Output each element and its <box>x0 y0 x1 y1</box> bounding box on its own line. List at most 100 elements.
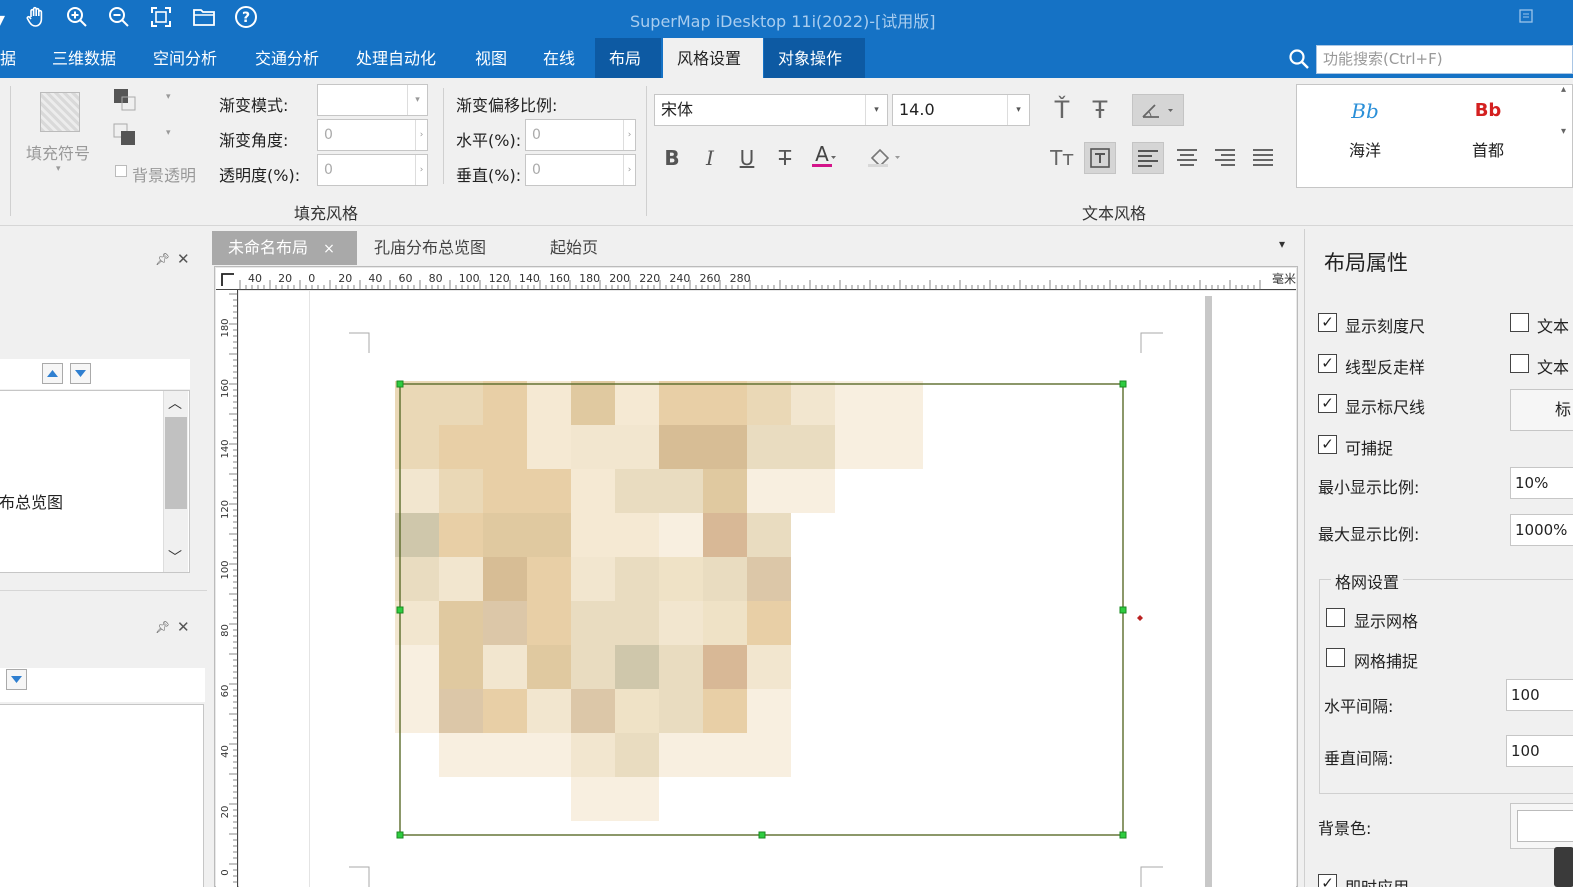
font-size-select[interactable]: 14.0 ▾ <box>892 94 1030 126</box>
show-ruler-checkbox[interactable]: ✓ <box>1318 313 1337 332</box>
menu-item-online[interactable]: 在线 <box>529 38 589 78</box>
dropdown-arrow-icon[interactable]: ▾ <box>0 5 14 33</box>
menu-item-object-ops[interactable]: 对象操作 <box>764 38 865 78</box>
show-ruler-label: 显示刻度尺 <box>1345 317 1426 336</box>
help-icon[interactable]: ? <box>232 5 260 33</box>
search-icon[interactable] <box>1288 48 1310 70</box>
tab-temple-overview[interactable]: 孔庙分布总览图 <box>358 231 502 265</box>
scrollbar-thumb[interactable] <box>165 417 187 509</box>
bg-color-picker[interactable] <box>1510 803 1573 849</box>
pin-icon-2[interactable]: 📌︎ <box>155 620 170 634</box>
menu-item-spatial-analysis[interactable]: 空间分析 <box>139 38 231 78</box>
zoom-in-icon[interactable] <box>63 5 91 33</box>
horizontal-offset-label: 水平(%): <box>456 131 522 150</box>
bg-transparent-checkbox[interactable] <box>115 165 127 177</box>
show-guides-checkbox[interactable]: ✓ <box>1318 394 1337 413</box>
bold-button[interactable]: B <box>656 142 688 174</box>
svg-text:?: ? <box>242 10 250 26</box>
ruler-v-tick-label: 40 <box>220 745 231 758</box>
list-scrollbar[interactable]: ︿ ﹀ <box>163 391 188 572</box>
tabs-dropdown-icon[interactable]: ▾ <box>1279 237 1285 251</box>
menu-item-3d-data[interactable]: 三维数据 <box>38 38 130 78</box>
ruler-corner <box>218 270 236 288</box>
close-panel-icon-2[interactable]: ✕ <box>177 618 190 636</box>
ruler-unit: 毫米 <box>1272 270 1297 287</box>
align-left-button[interactable] <box>1132 142 1164 174</box>
ruler-h-tick-label: 180 <box>579 272 600 285</box>
menu-item-view[interactable]: 视图 <box>461 38 521 78</box>
style-item-capital[interactable]: Bb 首都 <box>1433 93 1543 161</box>
move-down-icon[interactable] <box>70 363 91 384</box>
full-extent-icon[interactable] <box>147 5 175 33</box>
tab-close-icon[interactable]: × <box>323 241 335 257</box>
floating-handle[interactable] <box>1554 847 1573 887</box>
font-name-select[interactable]: 宋体 ▾ <box>654 94 888 126</box>
dropdown-down-icon[interactable] <box>6 669 27 690</box>
menu-item-layout[interactable]: 布局 <box>595 38 661 78</box>
text-align-middle-icon[interactable]: Ŧ <box>1084 94 1116 126</box>
text-a-checkbox[interactable] <box>1510 313 1529 332</box>
v-spacing-input[interactable]: 100 <box>1506 735 1573 767</box>
background-color-dropdown-icon[interactable]: ▾ <box>166 128 171 138</box>
text-rotation-button[interactable] <box>1132 94 1184 126</box>
background-color-icon[interactable] <box>113 123 137 147</box>
fill-symbol-dropdown-icon[interactable]: ▾ <box>56 164 61 174</box>
show-grid-checkbox[interactable] <box>1326 608 1345 627</box>
map-selection-frame[interactable] <box>395 378 1155 843</box>
text-align-top-icon[interactable]: Ť <box>1046 94 1078 126</box>
foreground-color-icon[interactable] <box>113 88 137 112</box>
tab-start-page[interactable]: 起始页 <box>534 231 614 265</box>
strikethrough-button[interactable]: T <box>769 142 801 174</box>
ruler-h-tick-label: 160 <box>549 272 570 285</box>
transparency-input[interactable]: 0 › <box>317 154 428 186</box>
pin-icon[interactable]: 📌︎ <box>155 252 170 266</box>
move-up-icon[interactable] <box>42 363 63 384</box>
highlight-color-button[interactable] <box>864 140 900 172</box>
ruler-h-tick-label: 20 <box>278 272 292 285</box>
vertical-offset-input[interactable]: 0 › <box>525 154 636 186</box>
search-input[interactable]: 功能搜索(Ctrl+F) <box>1316 45 1573 74</box>
line-antialias-label: 线型反走样 <box>1345 358 1426 377</box>
gallery-scroll-up-icon[interactable]: ▴ <box>1561 84 1566 95</box>
fill-symbol-preview[interactable] <box>40 92 80 132</box>
pan-hand-icon[interactable] <box>22 5 50 33</box>
guides-button[interactable]: 标 <box>1510 389 1573 431</box>
grid-snap-checkbox[interactable] <box>1326 648 1345 667</box>
gallery-scroll-down-icon[interactable]: ▾ <box>1561 126 1566 137</box>
menu-item-style-settings[interactable]: 风格设置 <box>663 38 763 78</box>
max-scale-input[interactable]: 1000% <box>1510 514 1573 546</box>
menu-item-data[interactable]: 据 <box>0 38 30 78</box>
apply-now-checkbox[interactable]: ✓ <box>1318 874 1337 887</box>
menu-item-traffic-analysis[interactable]: 交通分析 <box>241 38 333 78</box>
bg-color-label: 背景色: <box>1318 819 1372 838</box>
transparency-label: 透明度(%): <box>219 166 301 185</box>
style-item-ocean[interactable]: Bb 海洋 <box>1310 93 1420 161</box>
align-right-button[interactable] <box>1209 142 1241 174</box>
menu-item-automation[interactable]: 处理自动化 <box>342 38 450 78</box>
open-folder-icon[interactable] <box>190 5 218 33</box>
h-spacing-input[interactable]: 100 <box>1506 679 1573 711</box>
snappable-checkbox[interactable]: ✓ <box>1318 435 1337 454</box>
align-center-button[interactable] <box>1171 142 1203 174</box>
text-small-caps-icon[interactable]: Tт <box>1046 142 1078 174</box>
italic-button[interactable]: I <box>694 142 726 174</box>
gradient-mode-select[interactable]: ▾ <box>317 84 428 116</box>
underline-button[interactable]: U <box>731 142 763 174</box>
fill-symbol-label[interactable]: 填充符号 <box>26 140 90 164</box>
font-color-button[interactable]: A <box>808 140 840 172</box>
zoom-out-icon[interactable] <box>105 5 133 33</box>
text-b-checkbox[interactable] <box>1510 354 1529 373</box>
close-panel-icon[interactable]: ✕ <box>177 250 190 268</box>
horizontal-offset-input[interactable]: 0 › <box>525 119 636 151</box>
foreground-color-dropdown-icon[interactable]: ▾ <box>166 92 171 102</box>
align-justify-button[interactable] <box>1247 142 1279 174</box>
list-item[interactable]: 布总览图 <box>0 489 63 513</box>
scroll-up-icon[interactable]: ︿ <box>168 393 182 413</box>
text-frame-button[interactable] <box>1084 142 1116 174</box>
restore-window-icon[interactable] <box>1519 9 1533 27</box>
line-antialias-checkbox[interactable]: ✓ <box>1318 354 1337 373</box>
scroll-down-icon[interactable]: ﹀ <box>168 547 182 567</box>
min-scale-input[interactable]: 10% <box>1510 467 1573 499</box>
tab-untitled-layout[interactable]: 未命名布局 × <box>212 231 357 265</box>
gradient-angle-input[interactable]: 0 › <box>317 119 428 151</box>
